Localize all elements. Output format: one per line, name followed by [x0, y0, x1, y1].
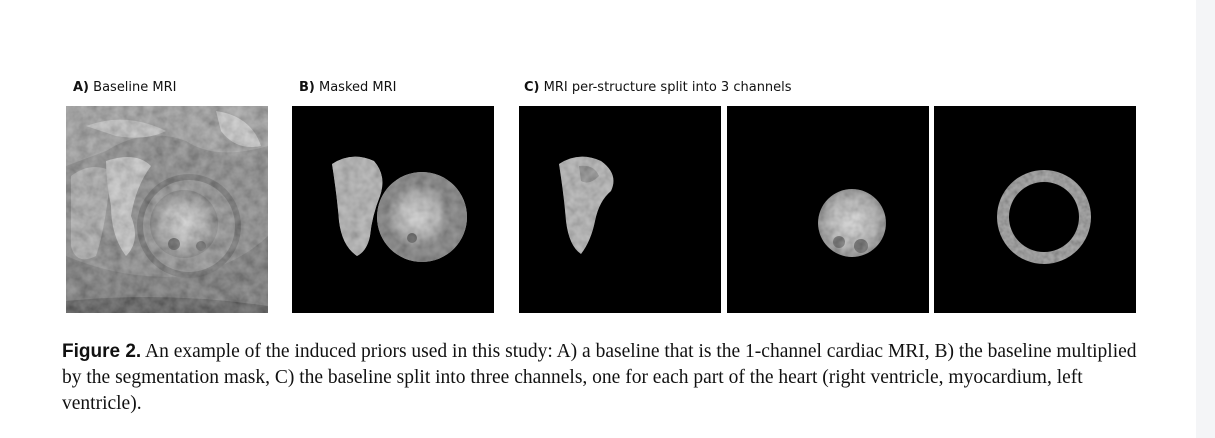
- masked-mri-image: [292, 106, 494, 313]
- figure-caption: Figure 2. An example of the induced prio…: [62, 339, 1152, 417]
- figure-label: Figure 2.: [62, 341, 142, 362]
- myocardium-channel-image: [934, 106, 1136, 313]
- panel-c-title: MRI per-structure split into 3 channels: [543, 80, 792, 95]
- right-ventricle-channel-image: [519, 106, 721, 313]
- panel-c-label: C) MRI per-structure split into 3 channe…: [524, 80, 792, 95]
- caption-text: An example of the induced priors used in…: [62, 341, 1137, 414]
- panel-a-title: Baseline MRI: [93, 80, 177, 95]
- panel-a-label: A) Baseline MRI: [73, 80, 177, 95]
- baseline-mri-image: [66, 106, 268, 313]
- left-ventricle-channel-image: [727, 106, 929, 313]
- panel-c-letter: C): [524, 80, 540, 95]
- page-edge-strip: [1196, 0, 1215, 438]
- panel-a-letter: A): [73, 80, 90, 95]
- panel-b-letter: B): [299, 80, 315, 95]
- panel-b-title: Masked MRI: [319, 80, 397, 95]
- panel-b-label: B) Masked MRI: [299, 80, 397, 95]
